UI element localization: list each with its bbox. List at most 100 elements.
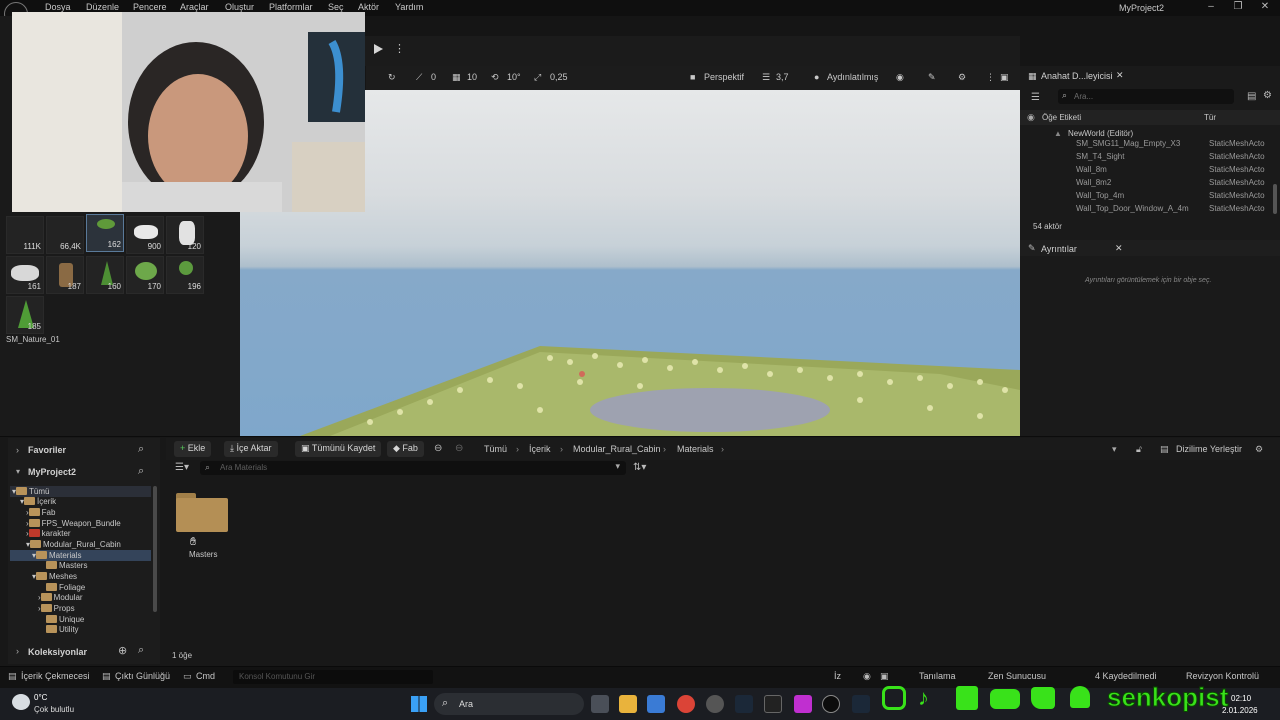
cb-settings-icon[interactable]: ⚙ (1255, 444, 1263, 455)
filter-icon[interactable]: ☰▾ (175, 462, 189, 473)
tree-item[interactable]: › FPS_Weapon_Bundle (26, 519, 121, 528)
dock-layout-button[interactable]: Dizilime Yerleştir (1176, 444, 1242, 454)
more-options-icon[interactable]: ⋮ (394, 42, 405, 55)
tree-item[interactable]: ▾ Meshes (32, 572, 77, 581)
asset-thumbnail[interactable]: 161 (6, 256, 44, 294)
cmd-dropdown[interactable]: Cmd (196, 671, 215, 681)
asset-thumbnail[interactable]: 120 (166, 216, 204, 254)
tree-item[interactable]: ▾ İçerik (20, 497, 56, 506)
filter-icon[interactable]: ☰ (1031, 92, 1040, 103)
unreal-taskbar-icon[interactable] (822, 695, 840, 713)
console-input[interactable]: Konsol Komutunu Gir (233, 670, 433, 684)
clock-time[interactable]: 02:10 (1231, 694, 1251, 703)
tree-scrollbar[interactable] (153, 486, 157, 612)
output-log-button[interactable]: Çıktı Günlüğü (115, 671, 170, 681)
table-row[interactable]: Wall_Top_4m StaticMeshActo (1020, 189, 1280, 202)
app-icon[interactable] (794, 695, 812, 713)
add-button[interactable]: + Ekle (174, 441, 212, 457)
tree-item[interactable]: Utility (46, 625, 79, 634)
minimize-icon[interactable]: – (1202, 1, 1220, 15)
grid-snap-value[interactable]: 10 (467, 72, 477, 82)
tree-item[interactable]: Masters (46, 561, 87, 570)
tree-item[interactable]: ▾ Tümü (12, 487, 49, 496)
zen-server-dropdown[interactable]: Zen Sunucusu (988, 671, 1046, 681)
tree-item[interactable]: Unique (46, 615, 84, 624)
breadcrumb-item[interactable]: Tümü (484, 444, 507, 454)
menu-tools[interactable]: Araçlar (180, 2, 209, 12)
tree-item[interactable]: › Props (38, 604, 75, 613)
rotation-snap-value[interactable]: 0 (431, 72, 436, 82)
col-type[interactable]: Tür (1204, 113, 1216, 122)
outliner-close-icon[interactable]: ✕ (1116, 70, 1124, 81)
task-view-icon[interactable] (591, 695, 609, 713)
chrome-icon[interactable] (677, 695, 695, 713)
tree-item[interactable]: › Modular (38, 593, 83, 602)
breadcrumb-item[interactable]: Materials (677, 444, 714, 454)
col-item-label[interactable]: Öğe Etiketi (1042, 113, 1081, 122)
screenshot-icon[interactable]: ▣ (880, 671, 889, 682)
epic-games-icon[interactable] (764, 695, 782, 713)
play-icon[interactable] (374, 44, 383, 54)
asset-thumbnail[interactable]: 185 (6, 296, 44, 334)
menu-platforms[interactable]: Platformlar (269, 2, 313, 12)
angle-snap-value[interactable]: 10° (507, 72, 521, 82)
menu-select[interactable]: Seç (328, 2, 344, 12)
asset-thumbnail[interactable]: 66,4K (46, 216, 84, 254)
show-flags-icon[interactable]: ◉ (896, 72, 904, 83)
taskbar-search[interactable]: ⌕ Ara (434, 693, 584, 715)
table-row[interactable]: SM_SMG11_Mag_Empty_X3 StaticMeshActo (1020, 137, 1280, 150)
maximize-icon[interactable]: ❐ (1229, 1, 1247, 15)
store-icon[interactable] (647, 695, 665, 713)
scale-snap-value[interactable]: 0,25 (550, 72, 568, 82)
table-row[interactable]: Wall_Top_Door_Window_A_4m StaticMeshActo (1020, 202, 1280, 215)
breadcrumb-item[interactable]: İçerik (529, 444, 551, 454)
sort-icon[interactable]: ⇅▾ (633, 462, 646, 473)
favorites-label[interactable]: Favoriler (28, 445, 66, 455)
table-row[interactable]: SM_T4_Sight StaticMeshActo (1020, 150, 1280, 163)
realtime-icon[interactable]: ✎ (928, 72, 936, 83)
menu-edit[interactable]: Düzenle (86, 2, 119, 12)
add-folder-icon[interactable]: ▤ (1247, 91, 1256, 102)
trace-dropdown[interactable]: İz (834, 671, 841, 681)
weather-icon[interactable] (12, 694, 30, 710)
search-dropdown-icon[interactable]: ▾ (615, 461, 620, 472)
steam-running-icon[interactable] (852, 695, 870, 713)
add-collection-icon[interactable]: ⊕ (118, 644, 127, 657)
project-search-icon[interactable]: ⌕ (138, 465, 144, 478)
layout-icon[interactable]: ▣ (1000, 72, 1009, 83)
details-tab[interactable]: Ayrıntılar (1041, 244, 1077, 254)
menu-actor[interactable]: Aktör (358, 2, 379, 12)
asset-thumbnail[interactable]: 170 (126, 256, 164, 294)
eye-icon[interactable]: ◉ (1027, 112, 1035, 123)
menu-help[interactable]: Yardım (395, 2, 423, 12)
asset-thumbnail[interactable]: 900 (126, 216, 164, 254)
angle-snap-icon[interactable]: ⟲ (491, 72, 499, 83)
project-chevron-icon[interactable]: ▾ (16, 467, 20, 476)
rotate-mode-icon[interactable]: ↻ (388, 72, 396, 83)
tree-item[interactable]: ▾ Materials (32, 551, 81, 560)
content-drawer-button[interactable]: İçerik Çekmecesi (21, 671, 90, 681)
save-all-button[interactable]: ▣ Tümünü Kaydet (295, 441, 382, 457)
outliner-search[interactable]: ⌕ Ara... (1058, 89, 1234, 104)
asset-thumbnail[interactable]: 111K (6, 216, 44, 254)
viewport-menu-icon[interactable]: ⋮ (986, 72, 995, 83)
history-forward-icon[interactable]: ⊖ (455, 443, 463, 454)
outliner-scrollbar[interactable] (1273, 184, 1277, 214)
close-icon[interactable]: ✕ (1256, 1, 1274, 15)
tree-item[interactable]: ▾ Modular_Rural_Cabin (26, 540, 121, 549)
revision-control-dropdown[interactable]: Revizyon Kontrolü (1186, 671, 1259, 681)
import-button[interactable]: ⤓ İçe Aktar (224, 441, 278, 457)
surface-snap-icon[interactable]: ⟋ (416, 72, 422, 83)
view-mode-dropdown[interactable]: Perspektif (704, 72, 744, 82)
asset-thumbnail[interactable]: 196 (166, 256, 204, 294)
asset-thumbnail[interactable]: 187 (46, 256, 84, 294)
table-row[interactable]: Wall_8m StaticMeshActo (1020, 163, 1280, 176)
lock-icon[interactable]: 🔓︎ (1136, 444, 1142, 455)
diagnostics-button[interactable]: Tanılama (919, 671, 956, 681)
menu-window[interactable]: Pencere (133, 2, 167, 12)
path-dropdown-icon[interactable]: ▾ (1112, 444, 1117, 455)
fab-button[interactable]: ◆ Fab (387, 441, 424, 457)
camera-speed-value[interactable]: 3,7 (776, 72, 789, 82)
file-explorer-icon[interactable] (619, 695, 637, 713)
record-icon[interactable]: ◉ (863, 671, 871, 682)
